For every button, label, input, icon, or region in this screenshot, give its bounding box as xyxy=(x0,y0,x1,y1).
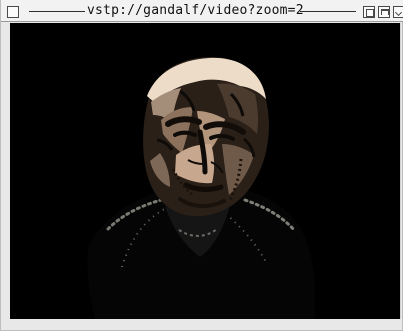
close-icon[interactable] xyxy=(7,6,19,18)
title-bar-rule-right xyxy=(300,11,356,12)
video-frame xyxy=(10,23,401,319)
title-bar-rule-left xyxy=(29,11,85,12)
title-bar[interactable]: vstp://gandalf/video?zoom=2 xyxy=(1,0,403,22)
minimize-icon[interactable] xyxy=(393,6,403,18)
video-window: vstp://gandalf/video?zoom=2 xyxy=(0,0,403,331)
collapse-icon[interactable] xyxy=(378,6,390,18)
zoom-icon[interactable] xyxy=(363,6,375,18)
video-image xyxy=(10,23,400,319)
window-title: vstp://gandalf/video?zoom=2 xyxy=(87,3,304,18)
